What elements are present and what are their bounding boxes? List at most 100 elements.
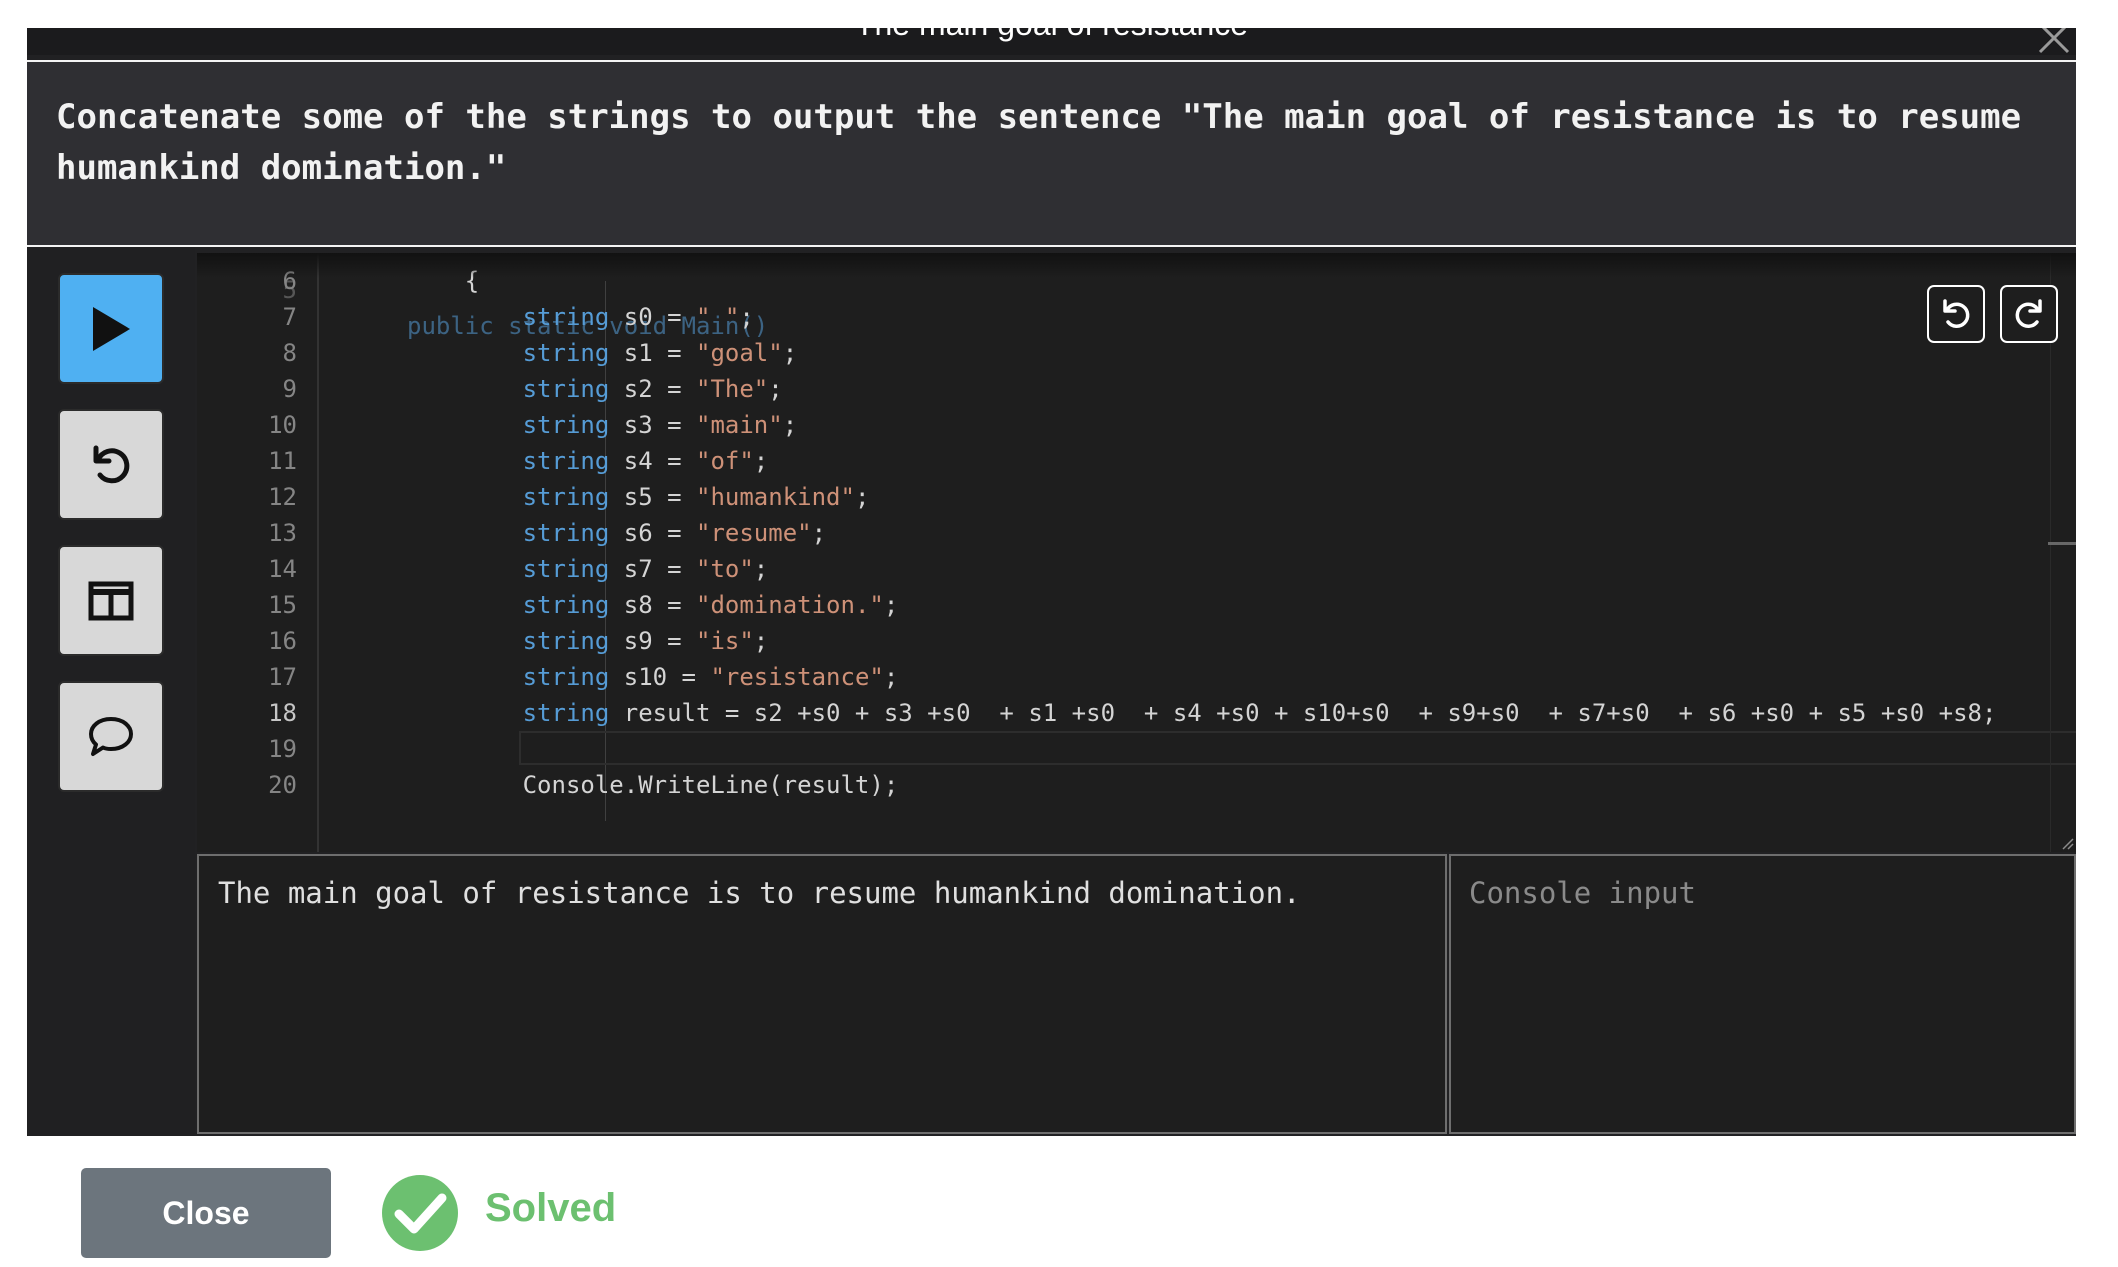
resize-grip-icon[interactable]	[2060, 836, 2074, 850]
line-number: 11	[268, 447, 297, 475]
code-text: string s6 = "resume";	[407, 515, 826, 551]
code-keyword: string	[522, 555, 610, 583]
close-icon[interactable]	[2036, 28, 2072, 55]
code-token: {	[464, 267, 480, 295]
code-string: "is"	[696, 627, 754, 655]
code-keyword: string	[522, 627, 610, 655]
code-string: " "	[696, 303, 740, 331]
code-token: s3 =	[609, 411, 696, 439]
comment-icon	[89, 716, 133, 756]
code-keyword: string	[522, 303, 610, 331]
code-text: Console.WriteLine(result);	[407, 767, 899, 803]
code-keyword: string	[522, 411, 610, 439]
exercise-modal: The main goal of resistance Concatenate …	[27, 28, 2076, 1136]
code-token: ;	[883, 591, 899, 619]
code-line-partial-bottom: 21 }	[197, 831, 2076, 852]
code-string: "resume"	[696, 519, 812, 547]
line-number: 10	[268, 411, 297, 439]
code-line: 15 string s8 = "domination.";	[197, 587, 2076, 623]
modal-title: The main goal of resistance	[27, 28, 2076, 43]
code-token: ;	[782, 339, 798, 367]
code-text: {	[407, 263, 479, 299]
code-token: s1 =	[609, 339, 696, 367]
play-icon	[93, 306, 130, 351]
code-token: s6 =	[609, 519, 696, 547]
comments-button[interactable]	[58, 681, 164, 792]
code-token: s9 =	[609, 627, 696, 655]
code-line: 14 string s7 = "to";	[197, 551, 2076, 587]
layout-columns-icon	[88, 581, 134, 620]
code-token: s2 =	[609, 375, 696, 403]
check-circle-icon	[382, 1175, 458, 1251]
line-number: 19	[268, 735, 297, 763]
code-keyword: string	[522, 591, 610, 619]
code-string: "humankind"	[696, 483, 855, 511]
code-text: string s3 = "main";	[407, 407, 798, 443]
code-token: s8 =	[609, 591, 696, 619]
code-string: "resistance"	[710, 663, 884, 691]
run-button[interactable]	[58, 273, 164, 384]
code-line: 19	[197, 731, 2076, 767]
code-text: string result = s2 +s0 + s3 +s0 + s1 +s0…	[407, 695, 1997, 731]
code-line: 20 Console.WriteLine(result);	[197, 767, 2076, 803]
code-token: ;	[854, 483, 870, 511]
redo-icon	[2015, 299, 2042, 328]
code-line: 8 string s1 = "goal";	[197, 335, 2076, 371]
code-keyword: string	[522, 663, 610, 691]
code-text: string s2 = "The";	[407, 371, 783, 407]
line-number: 6	[282, 267, 297, 295]
reset-icon	[93, 445, 130, 483]
code-line: 11 string s4 = "of";	[197, 443, 2076, 479]
code-keyword: string	[522, 699, 610, 727]
code-token: ;	[753, 447, 769, 475]
code-line: 17 string s10 = "resistance";	[197, 659, 2076, 695]
code-keyword: string	[522, 339, 610, 367]
console-input[interactable]	[1449, 854, 2076, 1134]
code-token: ;	[883, 663, 899, 691]
toggle-layout-button[interactable]	[58, 545, 164, 656]
close-button[interactable]: Close	[81, 1168, 331, 1258]
code-string: "domination."	[696, 591, 884, 619]
line-number: 15	[268, 591, 297, 619]
reset-code-button[interactable]	[58, 409, 164, 520]
line-number: 16	[268, 627, 297, 655]
code-token: ;	[753, 627, 769, 655]
code-line: 6 {	[197, 263, 2076, 299]
code-line: 13 string s6 = "resume";	[197, 515, 2076, 551]
code-editor[interactable]: 5 public static void Main() 6 {7 string …	[197, 253, 2076, 852]
code-line: 10 string s3 = "main";	[197, 407, 2076, 443]
code-text: string s5 = "humankind";	[407, 479, 870, 515]
code-keyword: string	[522, 519, 610, 547]
code-token: ;	[768, 375, 783, 403]
code-string: "The"	[696, 375, 769, 403]
undo-icon	[1943, 299, 1970, 328]
code-token: s5 =	[609, 483, 696, 511]
code-keyword: string	[522, 483, 610, 511]
code-token: s0 =	[609, 303, 696, 331]
code-text: string s1 = "goal";	[407, 335, 798, 371]
code-line: 7 string s0 = " ";	[197, 299, 2076, 335]
code-line: 12 string s5 = "humankind";	[197, 479, 2076, 515]
code-line: 18 string result = s2 +s0 + s3 +s0 + s1 …	[197, 695, 2076, 731]
line-number: 8	[282, 339, 297, 367]
code-text: string s8 = "domination.";	[407, 587, 899, 623]
redo-button[interactable]	[2000, 285, 2058, 343]
modal-title-bar: The main goal of resistance	[27, 28, 2076, 55]
code-token: Console.WriteLine(result);	[522, 771, 899, 799]
code-text: string s9 = "is";	[407, 623, 769, 659]
line-number: 17	[268, 663, 297, 691]
code-string: "to"	[696, 555, 754, 583]
code-token: s7 =	[609, 555, 696, 583]
undo-button[interactable]	[1927, 285, 1985, 343]
code-keyword: string	[522, 375, 610, 403]
